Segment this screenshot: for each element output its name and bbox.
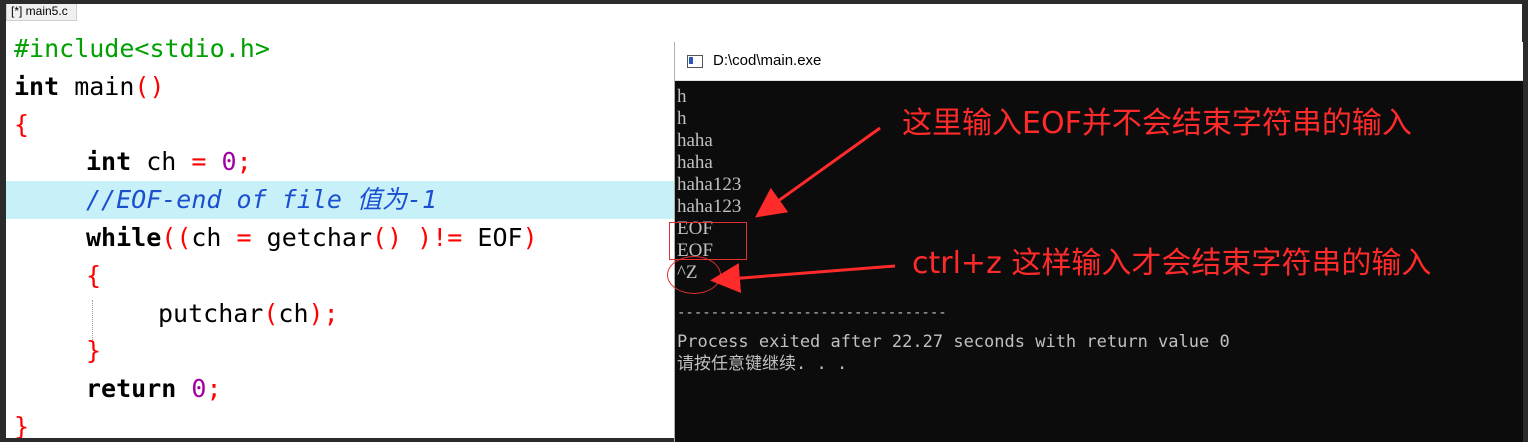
semicolon: ; (236, 147, 252, 177)
close-brace: } (14, 411, 30, 438)
number-literal: 0 (191, 374, 207, 404)
paren: ) (308, 298, 324, 328)
code-line-7[interactable]: { (6, 257, 674, 295)
variable-ch: ch (278, 298, 309, 328)
keyword-while: while (86, 222, 162, 252)
console-output-line: haha123 (677, 196, 742, 217)
variable-ch: ch (131, 147, 192, 177)
console-app-icon (687, 55, 703, 68)
console-output-line: haha123 (677, 174, 742, 195)
close-brace: } (86, 336, 102, 366)
paren: ( (263, 298, 279, 328)
code-line-3[interactable]: { (6, 106, 674, 144)
paren: () (134, 71, 165, 101)
code-editor[interactable]: [*] main5.c #include<stdio.h> int main()… (6, 4, 674, 438)
console-status-line: Process exited after 22.27 seconds with … (677, 332, 1230, 352)
code-line-5-highlighted[interactable]: //EOF-end of file 值为-1 (6, 181, 674, 219)
paren: ) (522, 222, 538, 252)
number-literal: 0 (221, 147, 237, 177)
console-title: D:\cod\main.exe (713, 52, 822, 69)
code-line-8[interactable]: putchar(ch); (6, 295, 674, 333)
assign-operator: = (191, 147, 207, 177)
function-name: main (59, 71, 135, 101)
open-brace: { (86, 260, 102, 290)
function-getchar: getchar (251, 222, 373, 252)
open-brace: { (14, 109, 30, 139)
console-output-line: haha (677, 152, 713, 173)
code-area[interactable]: #include<stdio.h> int main() { int ch = … (6, 30, 674, 438)
semicolon: ; (206, 374, 222, 404)
paren: (( (161, 222, 192, 252)
semicolon: ; (323, 298, 339, 328)
annotation-eof-box (669, 222, 747, 260)
console-output-line: h (677, 108, 687, 129)
include-directive: #include<stdio.h> (14, 34, 270, 63)
code-line-10[interactable]: return 0; (6, 370, 674, 408)
keyword-int: int (86, 147, 132, 177)
comment: //EOF-end of file 值为-1 (86, 185, 438, 215)
assign-operator: = (236, 222, 252, 252)
keyword-return: return (86, 374, 177, 404)
console-titlebar[interactable]: D:\cod\main.exe (675, 42, 1523, 81)
code-line-11[interactable]: } (6, 408, 674, 438)
function-putchar: putchar (158, 298, 264, 328)
code-line-1[interactable]: #include<stdio.h> (6, 30, 674, 68)
eof-constant: EOF (462, 222, 523, 252)
variable-ch: ch (191, 222, 237, 252)
console-output-line: haha (677, 130, 713, 151)
code-line-4[interactable]: int ch = 0; (6, 143, 674, 181)
indent-guide (92, 300, 94, 340)
keyword-int: int (14, 71, 60, 101)
paren: () ) (372, 222, 433, 252)
annotation-note-eof: 这里输入EOF并不会结束字符串的输入 (902, 106, 1412, 141)
code-line-6[interactable]: while((ch = getchar() )!= EOF) (6, 219, 674, 257)
file-tab[interactable]: [*] main5.c (6, 4, 77, 21)
code-line-9[interactable]: } (6, 332, 674, 370)
console-separator: -------------------------------- (677, 305, 947, 321)
annotation-ctrlz-ellipse (667, 256, 721, 294)
annotation-note-ctrlz: ctrl+z 这样输入才会结束字符串的输入 (912, 246, 1432, 281)
not-equal-operator: != (432, 222, 463, 252)
console-output-line: h (677, 86, 687, 107)
console-prompt-line: 请按任意键继续. . . (677, 354, 848, 374)
code-line-2[interactable]: int main() (6, 68, 674, 106)
